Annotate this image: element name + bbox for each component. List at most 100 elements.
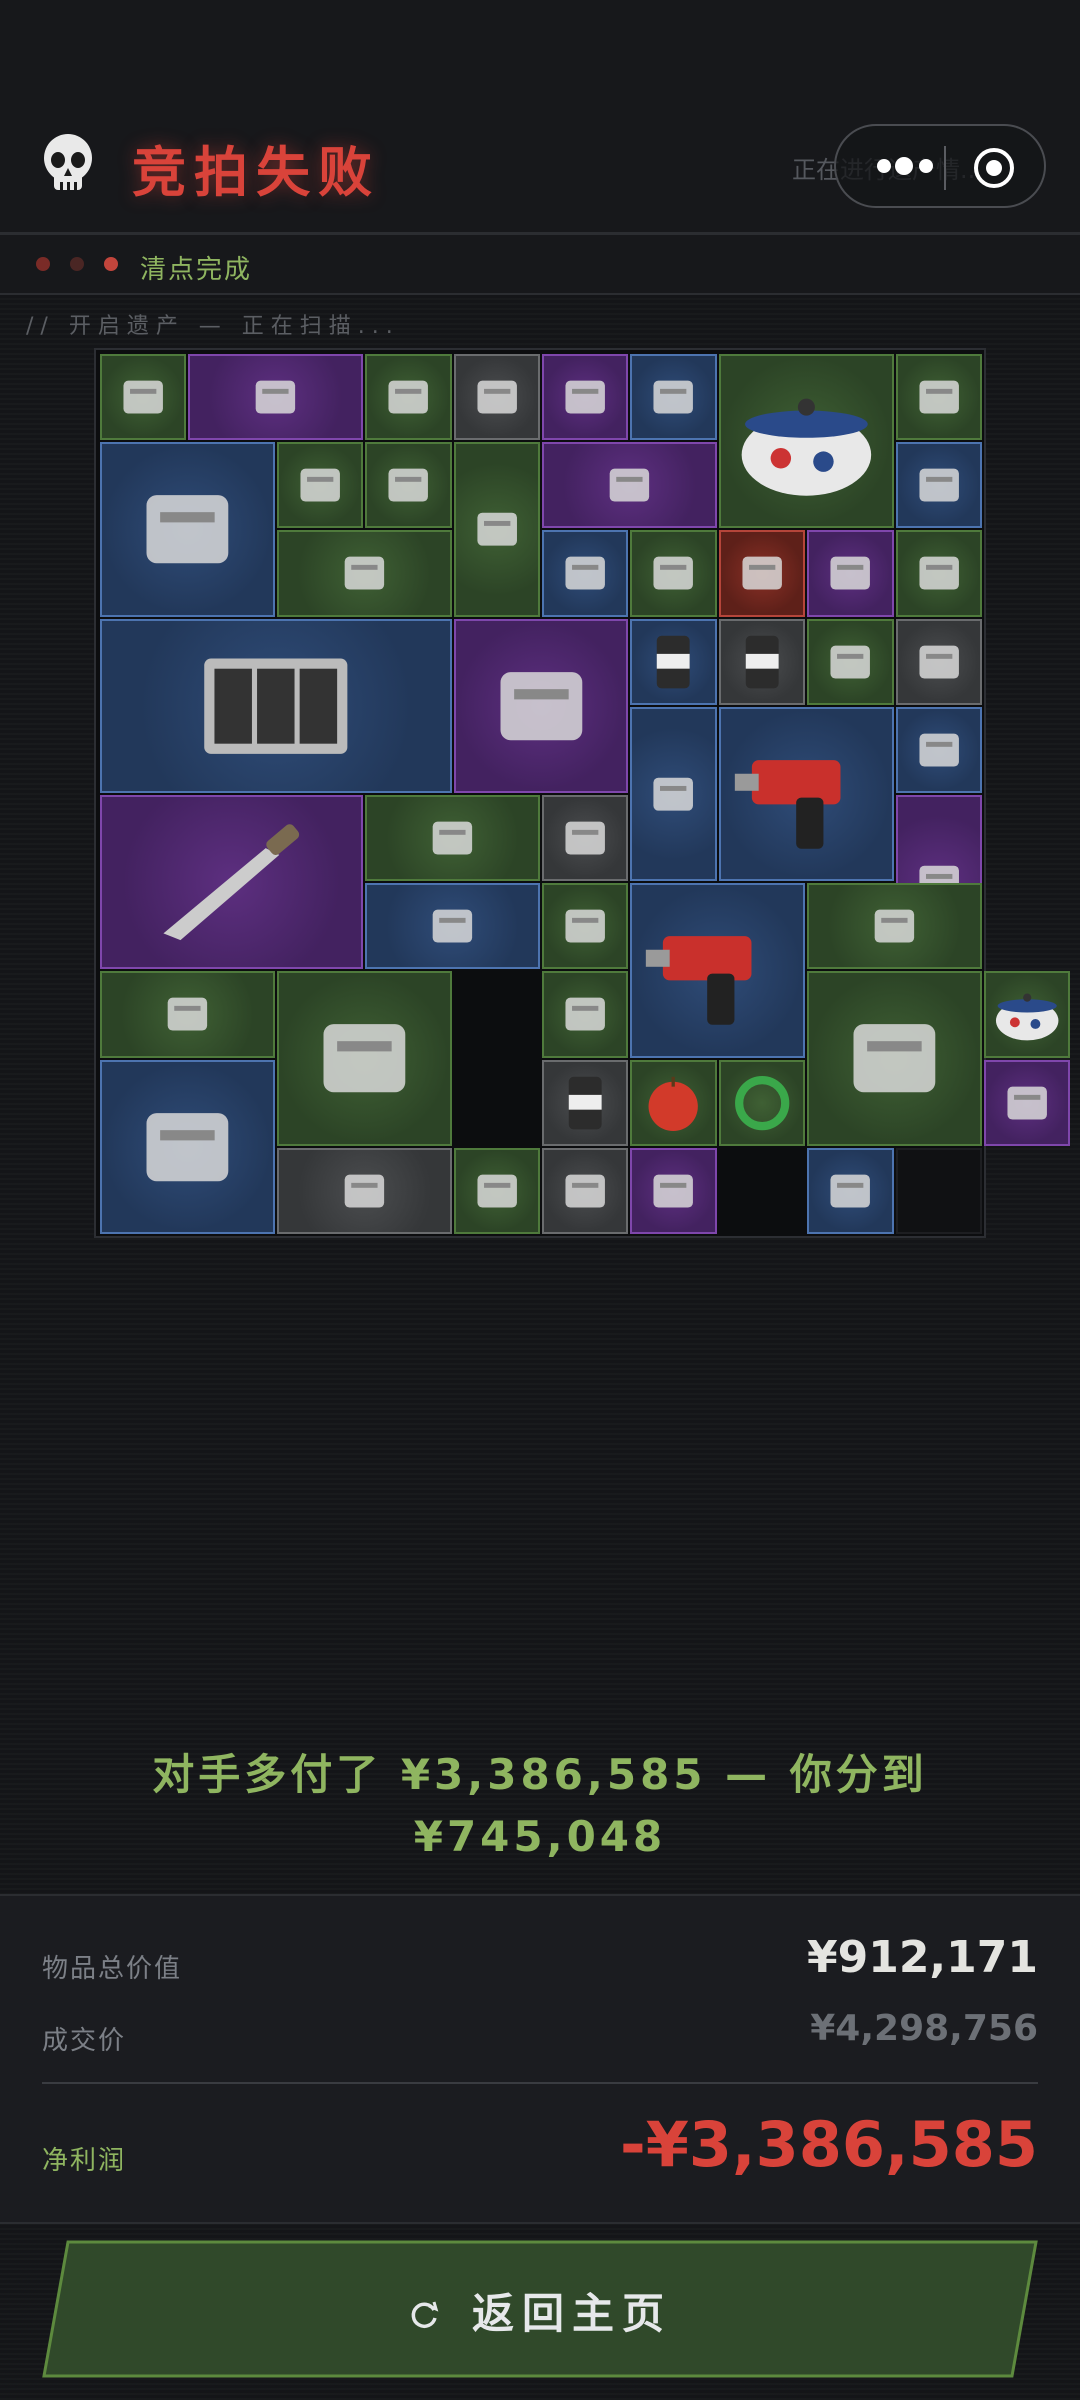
grid-item-fountain-pen[interactable] (542, 354, 629, 441)
grid-item-coffee-jar[interactable] (542, 883, 629, 970)
playing-card-icon (919, 645, 959, 679)
grid-item-gloves-2[interactable] (542, 795, 629, 882)
status-row: 清点完成 (0, 235, 1080, 295)
grid-item-green-cable[interactable] (718, 1059, 806, 1146)
tweezers-icon (477, 1174, 517, 1208)
return-home-button[interactable]: 返回主页 (42, 2240, 1038, 2378)
memory-stick-icon (653, 380, 694, 414)
confidential-clipboard-icon (653, 777, 694, 811)
pliers-icon (919, 557, 959, 590)
boombox-icon (1007, 1086, 1047, 1120)
outcome-message: 对手多付了 ¥3,386,585 — 你分到 ¥745,048 (152, 1750, 928, 1861)
soda-can-icon (657, 635, 691, 688)
grid-item-hunting-knife[interactable] (100, 795, 364, 970)
more-dots-icon[interactable] (866, 144, 966, 188)
grid-item-spice-rack[interactable] (542, 971, 629, 1058)
caliper-icon (830, 1174, 871, 1208)
grid-item-usb-drive[interactable] (895, 442, 982, 529)
summary-divider (42, 2082, 1038, 2084)
total-value-label: 物品总价值 (42, 1954, 183, 1984)
protein-tin-2-icon (568, 1076, 602, 1129)
grid-item-solar-panel[interactable] (100, 618, 452, 793)
iv-bag-icon (830, 645, 871, 679)
grid-item-boombox[interactable] (984, 1059, 1071, 1146)
grid-item-card-2[interactable] (276, 1147, 452, 1234)
grid-item-tweezers[interactable] (453, 1147, 540, 1234)
grid-item-tool-tray[interactable] (365, 442, 452, 529)
grid-item-ceramic-pot[interactable] (718, 354, 894, 529)
hammer-drill-icon (734, 759, 841, 849)
grid-item-power-strip-small[interactable] (630, 530, 717, 617)
grid-item-hammer-drill-2[interactable] (630, 883, 806, 1058)
grid-item-camp-stove[interactable] (100, 442, 275, 617)
cpu-chip-icon (742, 557, 782, 590)
grid-item-power-strip[interactable] (100, 354, 187, 441)
grid-item-camera-lens[interactable] (542, 442, 717, 529)
grid-item-clear-box[interactable] (542, 1147, 629, 1234)
ration-pack-icon (919, 733, 959, 767)
grid-item-parchment[interactable] (807, 883, 982, 970)
status-text: 清点完成 (140, 255, 253, 285)
grid-item-angle-grinder[interactable] (276, 971, 452, 1146)
edc-kit-icon (256, 380, 296, 414)
parchment-icon (874, 909, 915, 943)
grid-item-iv-bag[interactable] (807, 618, 894, 705)
ram-stick-icon (565, 557, 605, 590)
grid-item-jewelry[interactable] (807, 530, 894, 617)
grid-item-cpu-chip[interactable] (718, 530, 806, 617)
camera-lens-icon (609, 468, 650, 502)
grid-item-protein-tin-2[interactable] (542, 1059, 629, 1146)
grid-item-disc[interactable] (100, 1059, 275, 1234)
grid-item-pressure-gauge[interactable] (453, 442, 540, 617)
jewelry-icon (830, 557, 871, 590)
spice-rack-icon (565, 998, 605, 1031)
target-close-icon[interactable] (972, 146, 1016, 190)
grid-item-wooden-plank[interactable] (100, 971, 275, 1058)
power-strip-icon (123, 380, 163, 414)
deal-price: ¥4,298,756 (810, 2008, 1038, 2049)
protein-tin-icon (745, 635, 779, 688)
apple-icon (648, 1076, 699, 1131)
grid-item-metal-tube[interactable] (276, 530, 452, 617)
grid-item-bullet[interactable] (276, 442, 364, 529)
clear-box-icon (565, 1174, 605, 1208)
hunting-knife-icon (163, 824, 300, 941)
grid-item-protein-tin[interactable] (718, 618, 806, 705)
metal-tube-icon (344, 557, 384, 590)
grid-item-tobacco-pipe[interactable] (365, 883, 540, 970)
grid-item-medicine-bottle[interactable] (807, 971, 982, 1146)
old-scroll-icon (432, 821, 473, 855)
grid-item-edc-kit[interactable] (188, 354, 364, 441)
capsule-divider (944, 146, 946, 190)
grid-item-water-bottle[interactable] (365, 354, 452, 441)
return-home-label: 返回主页 (472, 2289, 673, 2338)
grid-item-apple[interactable] (630, 1059, 717, 1146)
grid-item-hammer-drill[interactable] (718, 706, 894, 882)
net-profit-label: 净利润 (42, 2146, 127, 2176)
result-header: 竞拍失败 正在进行遗产情... (0, 0, 1080, 235)
grid-item-memory-stick[interactable] (630, 354, 717, 441)
pressure-gauge-icon (477, 512, 517, 546)
wooden-plank-icon (167, 998, 208, 1031)
grid-item-robot-toy[interactable] (630, 1147, 717, 1234)
grid-item-centrifuge[interactable] (453, 618, 629, 793)
net-profit: -¥3,386,585 (620, 2108, 1038, 2181)
ceramic-pot-icon (741, 398, 871, 496)
ceramic-pot-2-icon (995, 993, 1059, 1041)
grid-item-ration-pack[interactable] (895, 706, 982, 793)
card-2-icon (344, 1174, 384, 1208)
grid-item-ceramic-pot-2[interactable] (984, 971, 1071, 1058)
hammer-drill-2-icon (646, 936, 752, 1025)
grid-item-soda-can[interactable] (630, 618, 717, 705)
grid-item-ram-stick[interactable] (542, 530, 629, 617)
snack-bar-icon (919, 380, 959, 414)
grid-item-caliper[interactable] (807, 1147, 894, 1234)
grid-item-confidential-clipboard[interactable] (630, 706, 717, 882)
grid-item-snack-bar[interactable] (895, 354, 982, 441)
grid-item-playing-card[interactable] (895, 618, 982, 705)
mini-program-capsule[interactable] (834, 124, 1046, 208)
grid-item-pliers[interactable] (895, 530, 982, 617)
centrifuge-icon (500, 671, 582, 740)
grid-item-blue-gloves[interactable] (453, 354, 540, 441)
grid-item-old-scroll[interactable] (365, 795, 540, 882)
